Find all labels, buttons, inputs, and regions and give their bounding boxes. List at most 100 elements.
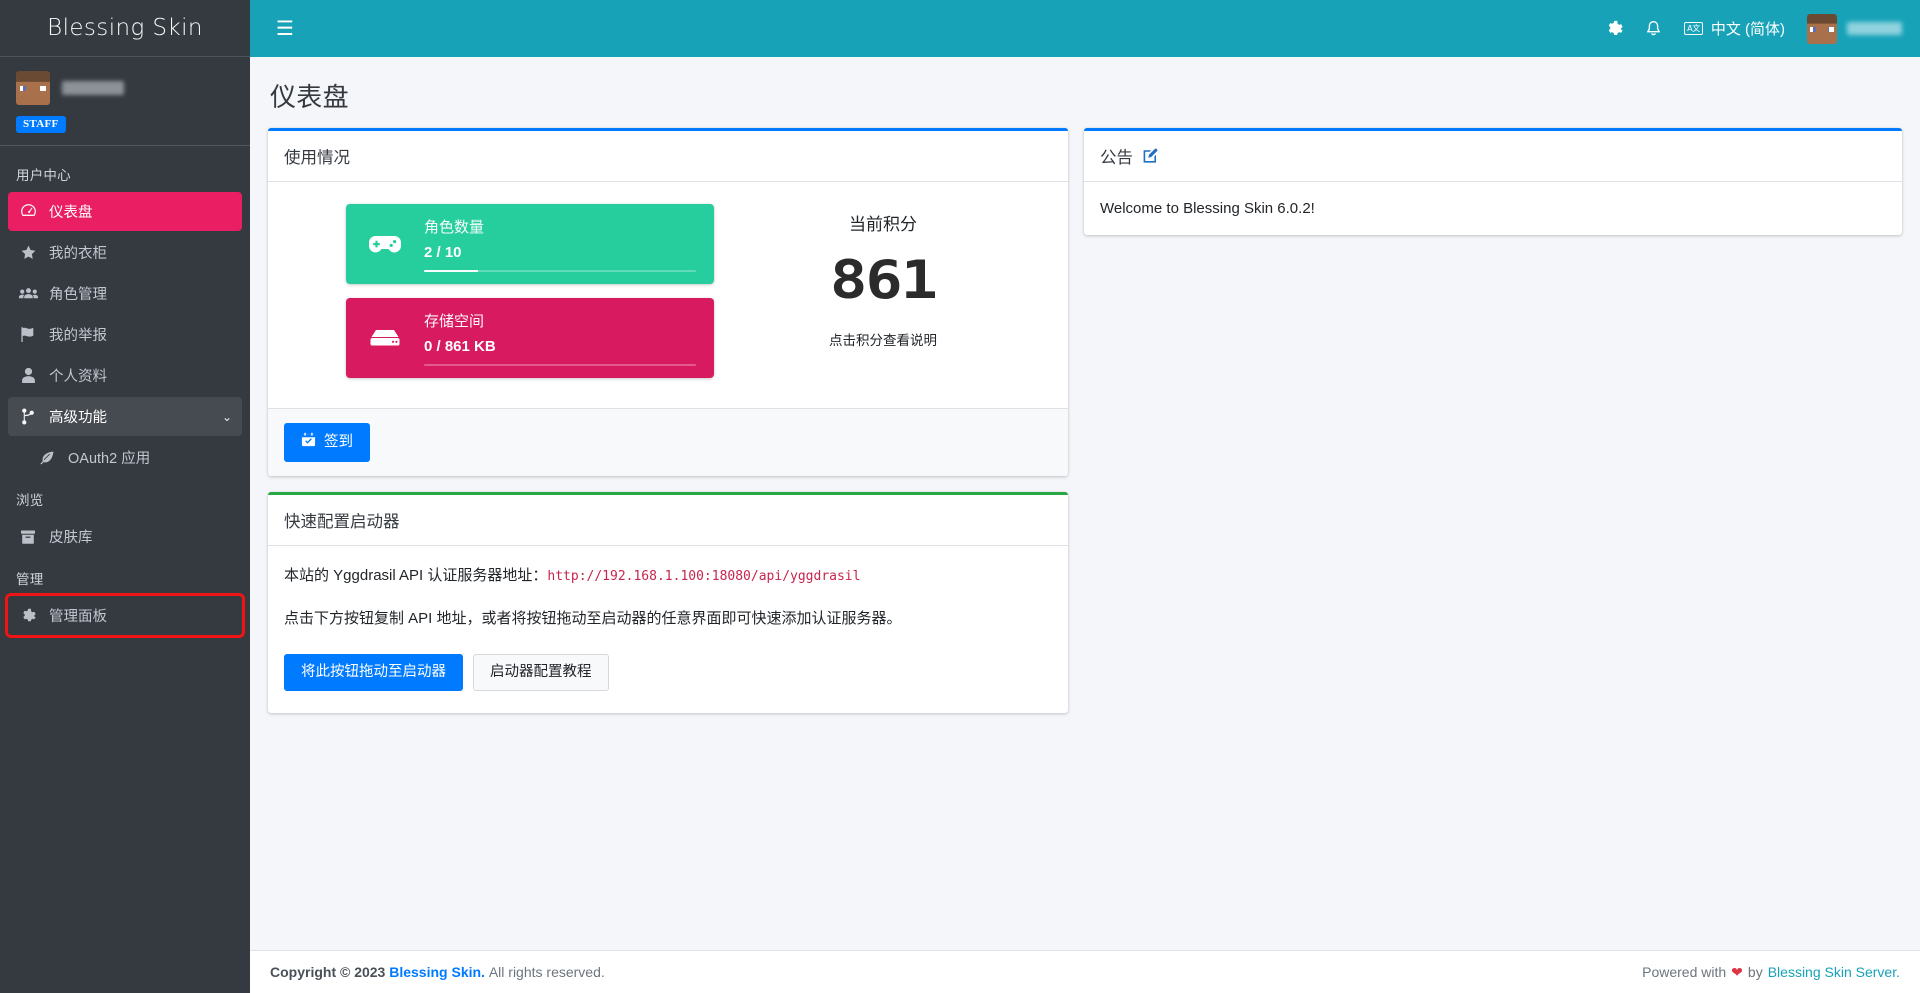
footer-powered-label: Powered with bbox=[1642, 964, 1727, 980]
sidebar-submenu-advanced: OAuth2 应用 bbox=[8, 438, 242, 477]
sidebar-nav: 用户中心 仪表盘 我的衣柜 角色管理 我的举报 个人资料 高级功能 ⌄ OAut… bbox=[0, 146, 250, 993]
sidebar-item-label: OAuth2 应用 bbox=[68, 451, 151, 467]
user-menu[interactable] bbox=[1807, 13, 1902, 44]
sidebar-item-reports[interactable]: 我的举报 bbox=[8, 315, 242, 354]
star-icon bbox=[18, 244, 38, 261]
username-redacted bbox=[62, 81, 124, 95]
footer-server-link[interactable]: Blessing Skin Server. bbox=[1768, 964, 1900, 980]
brand-logo[interactable]: Blessing Skin bbox=[0, 0, 250, 57]
launcher-card-title: 快速配置启动器 bbox=[284, 512, 400, 531]
footer-by-label: by bbox=[1747, 964, 1763, 980]
info-box-label: 角色数量 bbox=[424, 219, 485, 236]
gamepad-icon bbox=[346, 232, 424, 256]
sidebar-item-profile[interactable]: 个人资料 bbox=[8, 356, 242, 395]
users-icon bbox=[18, 285, 38, 302]
progress-bar-track bbox=[424, 270, 696, 272]
sidebar-item-label: 个人资料 bbox=[49, 369, 107, 385]
gear-icon[interactable] bbox=[1605, 20, 1623, 38]
sidebar-item-label: 仪表盘 bbox=[49, 205, 93, 221]
application-root: Blessing Skin 仪表盘 STAFF 用户中心 仪表盘 bbox=[0, 0, 1920, 993]
username-redacted bbox=[1847, 22, 1902, 35]
sidebar-item-skinlib[interactable]: 皮肤库 bbox=[8, 517, 242, 556]
sign-in-button[interactable]: 签到 bbox=[284, 423, 370, 462]
usage-card-header: 使用情况 bbox=[268, 131, 1068, 182]
sidebar-item-admin-panel[interactable]: 管理面板 bbox=[5, 593, 245, 638]
sidebar-item-advanced[interactable]: 高级功能 ⌄ bbox=[8, 397, 242, 436]
launcher-card-header: 快速配置启动器 bbox=[268, 495, 1068, 546]
score-hint: 点击积分查看说明 bbox=[829, 333, 937, 348]
sidebar-item-label: 高级功能 bbox=[49, 410, 107, 426]
usage-card-title: 使用情况 bbox=[284, 149, 350, 167]
gear-icon bbox=[18, 608, 38, 624]
avatar bbox=[1807, 13, 1837, 44]
api-address-label: 本站的 Yggdrasil API 认证服务器地址： bbox=[284, 566, 548, 584]
info-box-players: 角色数量 2 / 10 bbox=[346, 204, 714, 284]
launcher-card: 快速配置启动器 本站的 Yggdrasil API 认证服务器地址：http:/… bbox=[268, 491, 1068, 713]
footer: Copyright © 2023 Blessing Skin. All righ… bbox=[250, 950, 1920, 993]
score-value[interactable]: 861 bbox=[714, 253, 1052, 307]
language-label: 中文 (简体) bbox=[1710, 21, 1785, 38]
edit-icon[interactable] bbox=[1142, 148, 1158, 164]
sidebar-item-label: 皮肤库 bbox=[49, 530, 93, 546]
sidebar-item-label: 角色管理 bbox=[49, 287, 107, 303]
box-icon bbox=[18, 529, 38, 545]
launcher-tutorial-button[interactable]: 启动器配置教程 bbox=[473, 653, 609, 691]
launcher-button-row: 将此按钮拖动至启动器 启动器配置教程 bbox=[284, 653, 1052, 691]
bell-icon[interactable] bbox=[1645, 20, 1662, 38]
sidebar-item-players[interactable]: 角色管理 bbox=[8, 274, 242, 313]
staff-badge-label: STAFF bbox=[16, 116, 66, 133]
launcher-card-body: 本站的 Yggdrasil API 认证服务器地址：http://192.168… bbox=[268, 546, 1068, 713]
announcement-card-title: 公告 bbox=[1100, 149, 1133, 167]
topbar: ☰ A文 中文 (简体) bbox=[250, 0, 1920, 57]
main-wrapper: ☰ A文 中文 (简体) 仪表盘 使用情况 角色数量 2 / 10 存储空间 0… bbox=[250, 0, 1920, 993]
menu-toggle-icon[interactable]: ☰ bbox=[270, 15, 300, 43]
avatar[interactable] bbox=[16, 71, 50, 105]
footer-copyright: Copyright © 2023 bbox=[270, 964, 386, 980]
score-label: 当前积分 bbox=[849, 215, 917, 234]
sidebar-item-dashboard[interactable]: 仪表盘 bbox=[8, 192, 242, 231]
sidebar-item-closet[interactable]: 我的衣柜 bbox=[8, 233, 242, 272]
calendar-check-icon bbox=[301, 432, 316, 453]
usage-card: 使用情况 角色数量 2 / 10 存储空间 0 / 861 KB 当前积分 86… bbox=[268, 128, 1068, 476]
user-icon bbox=[18, 367, 38, 384]
usage-boxes: 角色数量 2 / 10 存储空间 0 / 861 KB bbox=[284, 198, 714, 392]
heart-icon: ❤ bbox=[1731, 963, 1743, 980]
drag-to-launcher-button[interactable]: 将此按钮拖动至启动器 bbox=[284, 653, 463, 691]
announcement-card: 公告 Welcome to Blessing Skin 6.0.2! bbox=[1084, 128, 1902, 235]
announcement-body: Welcome to Blessing Skin 6.0.2! bbox=[1100, 200, 1315, 217]
brand-text: Blessing Skin bbox=[47, 15, 203, 41]
nav-header-browse: 浏览 bbox=[16, 493, 44, 508]
info-box-label: 存储空间 bbox=[424, 313, 485, 330]
language-selector[interactable]: A文 中文 (简体) bbox=[1684, 18, 1785, 39]
sidebar-item-label: 管理面板 bbox=[49, 609, 107, 625]
api-address-line: 本站的 Yggdrasil API 认证服务器地址：http://192.168… bbox=[284, 564, 1052, 585]
language-icon: A文 bbox=[1684, 22, 1703, 35]
sidebar: Blessing Skin 仪表盘 STAFF 用户中心 仪表盘 bbox=[0, 0, 250, 993]
progress-bar-fill bbox=[424, 270, 479, 272]
announcement-card-header: 公告 bbox=[1084, 131, 1902, 182]
footer-powered-by: Powered with ❤ by Blessing Skin Server. bbox=[1642, 964, 1900, 981]
nav-header-user-center: 用户中心 bbox=[16, 168, 71, 183]
info-box-storage: 存储空间 0 / 861 KB bbox=[346, 298, 714, 378]
right-column: 公告 Welcome to Blessing Skin 6.0.2! bbox=[1084, 128, 1902, 251]
footer-brand-link[interactable]: Blessing Skin. bbox=[389, 964, 485, 980]
left-column: 使用情况 角色数量 2 / 10 存储空间 0 / 861 KB 当前积分 86… bbox=[268, 128, 1068, 729]
code-branch-icon bbox=[18, 408, 38, 425]
info-box-value: 0 / 861 KB bbox=[424, 338, 496, 355]
dashboard-row: 使用情况 角色数量 2 / 10 存储空间 0 / 861 KB 当前积分 86… bbox=[268, 128, 1902, 729]
sidebar-user-panel: 仪表盘 STAFF bbox=[0, 57, 250, 146]
progress-bar-track bbox=[424, 364, 696, 366]
page-title: 仪表盘 bbox=[270, 82, 349, 112]
launcher-instructions: 点击下方按钮复制 API 地址，或者将按钮拖动至启动器的任意界面即可快速添加认证… bbox=[284, 609, 902, 627]
chevron-down-icon: ⌄ bbox=[221, 409, 232, 424]
api-url[interactable]: http://192.168.1.100:18080/api/yggdrasil bbox=[547, 569, 860, 584]
sidebar-item-oauth2[interactable]: OAuth2 应用 bbox=[27, 438, 242, 477]
score-block: 当前积分 861 点击积分查看说明 bbox=[714, 198, 1052, 392]
dashboard-icon bbox=[18, 203, 38, 220]
flag-icon bbox=[18, 326, 38, 343]
sign-in-button-label: 签到 bbox=[324, 434, 353, 450]
info-box-value: 2 / 10 bbox=[424, 244, 462, 261]
feather-icon bbox=[37, 450, 57, 466]
usage-card-body: 角色数量 2 / 10 存储空间 0 / 861 KB 当前积分 861 点击积… bbox=[268, 182, 1068, 408]
sidebar-item-label: 我的举报 bbox=[49, 328, 107, 344]
